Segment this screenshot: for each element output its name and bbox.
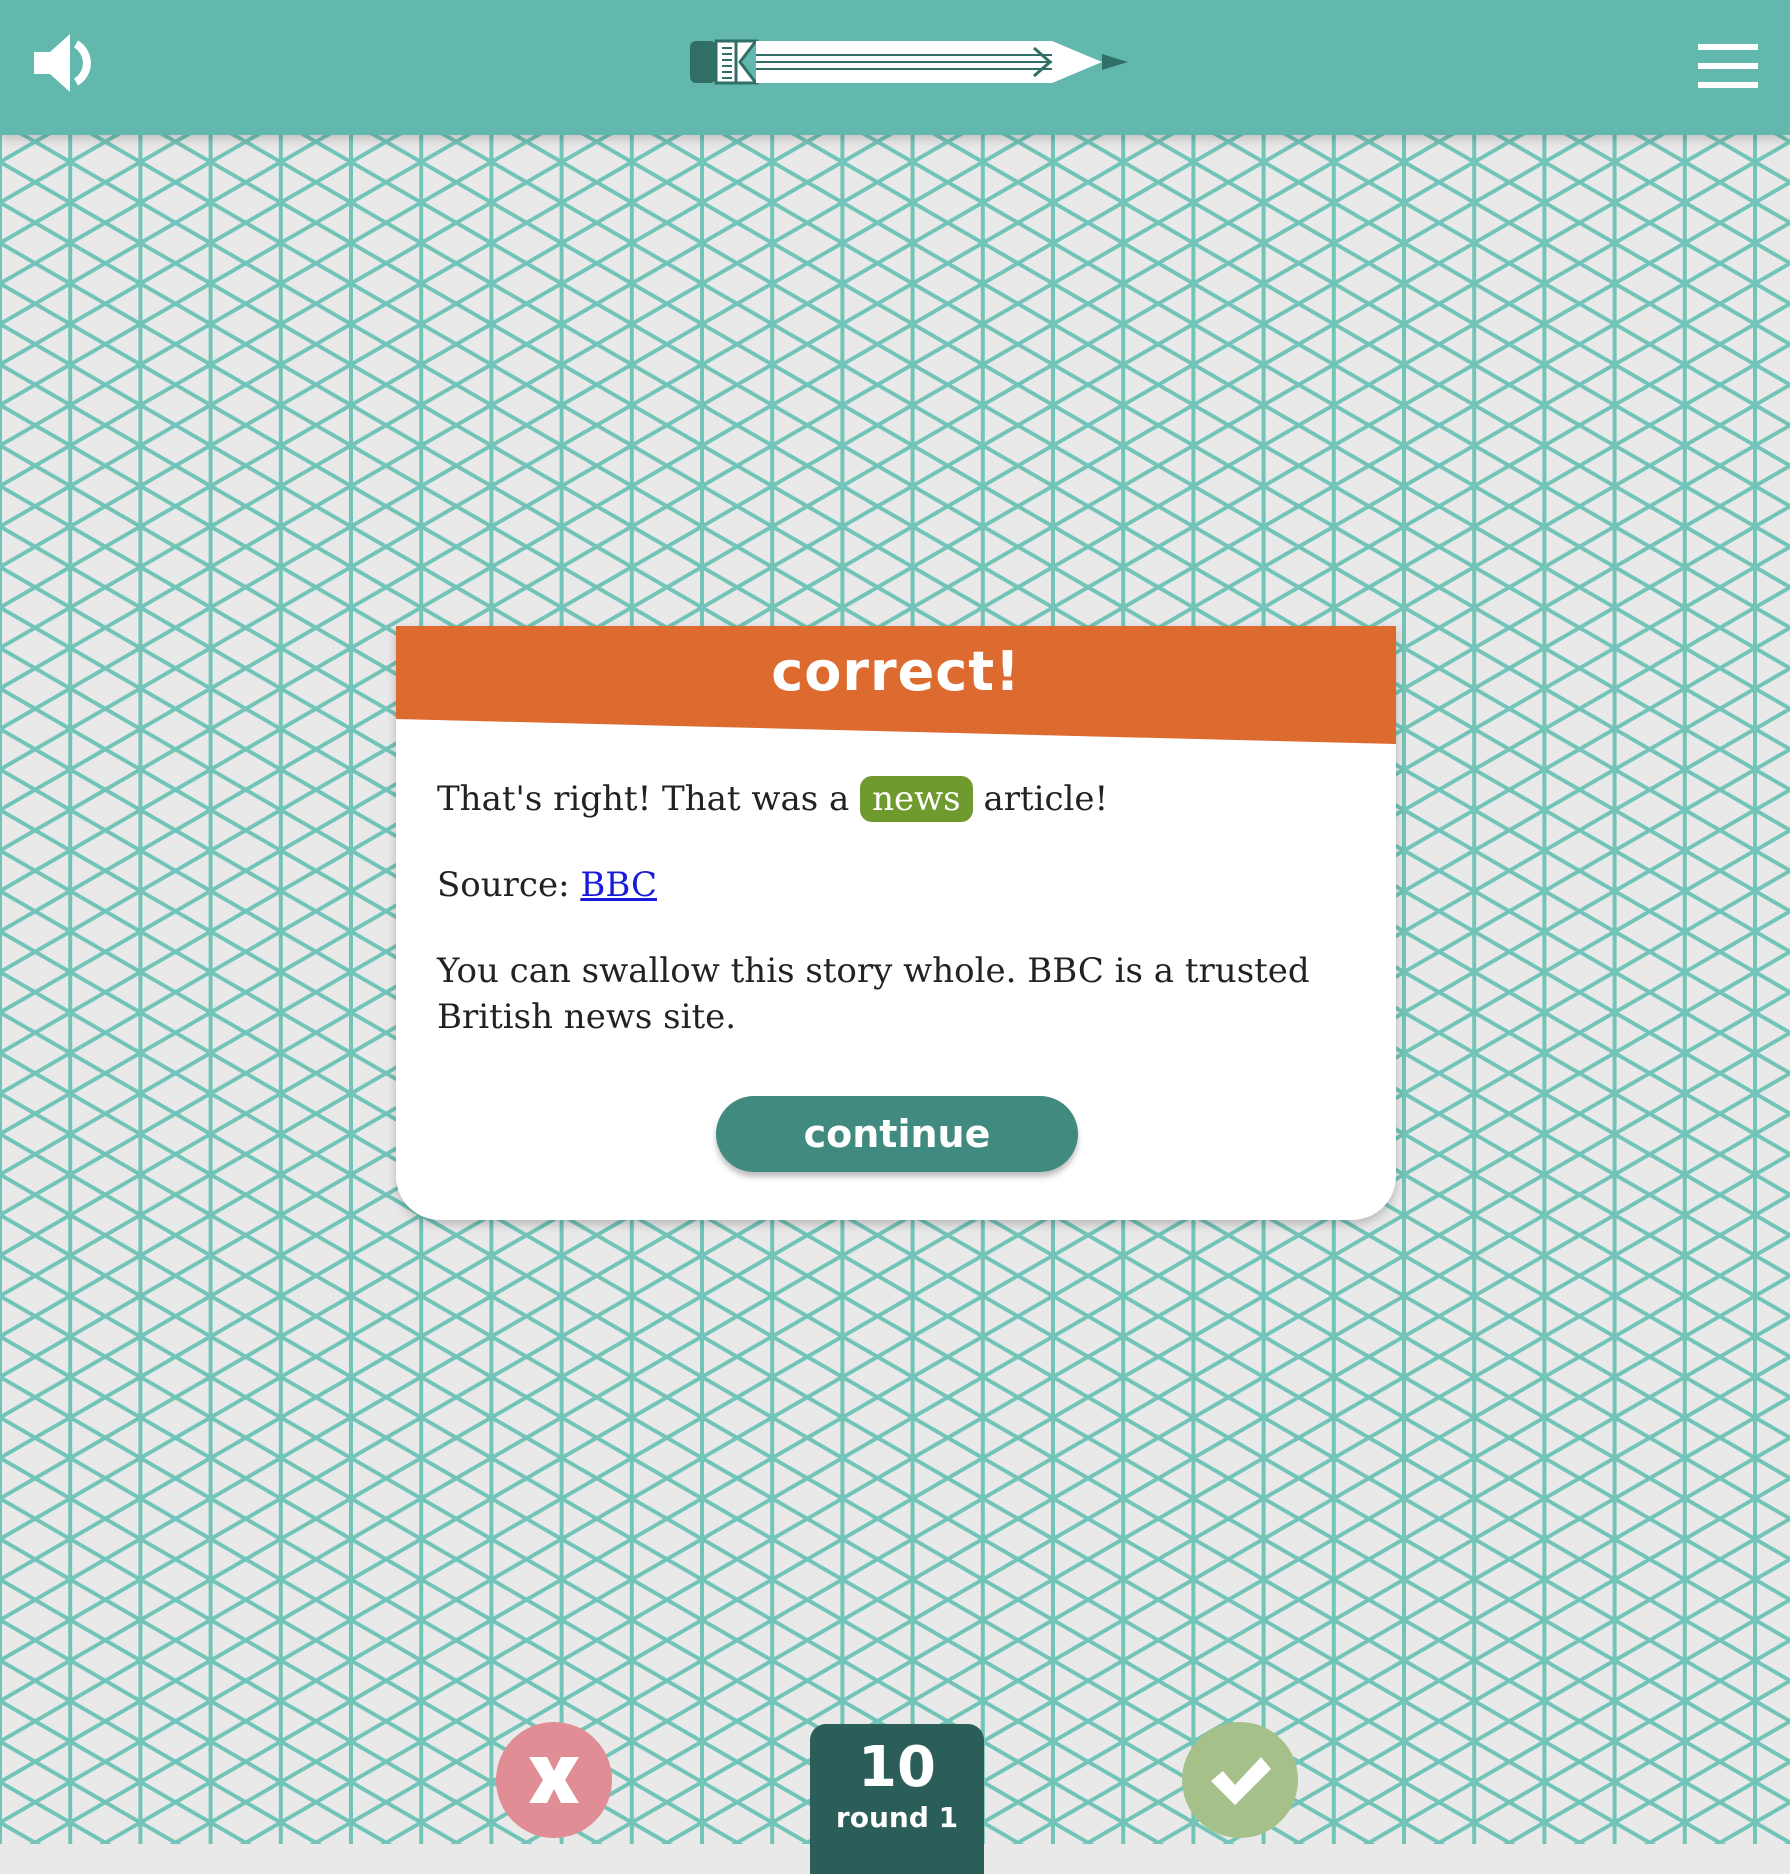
dialog-body: That's right! That was a news article! S… (437, 776, 1337, 1080)
source-line: Source: BBC (437, 862, 1337, 908)
category-tag: news (860, 776, 973, 822)
top-bar (0, 0, 1790, 135)
hamburger-menu-icon[interactable] (1696, 42, 1760, 90)
score-display: 10 round 1 (810, 1724, 984, 1874)
score-value: 10 (858, 1735, 936, 1800)
x-icon (529, 1757, 579, 1803)
result-message: That's right! That was a news article! (437, 776, 1337, 822)
checkmark-icon (1211, 1757, 1271, 1805)
continue-button[interactable]: continue (716, 1096, 1078, 1172)
source-link[interactable]: BBC (580, 865, 657, 905)
round-label: round 1 (835, 1801, 959, 1834)
result-message-suffix: article! (983, 779, 1109, 819)
explanation-text: You can swallow this story whole. BBC is… (437, 951, 1310, 1037)
pencil-logo-icon (688, 36, 1130, 88)
wrong-answer-button[interactable] (496, 1722, 612, 1838)
speaker-icon[interactable] (30, 30, 100, 96)
right-answer-button[interactable] (1182, 1722, 1298, 1838)
source-label: Source: (437, 865, 570, 905)
result-message-prefix: That's right! That was a (437, 779, 850, 819)
result-dialog: correct! That's right! That was a news a… (396, 626, 1396, 1220)
dialog-title: correct! (771, 640, 1021, 703)
dialog-header: correct! (396, 626, 1396, 746)
